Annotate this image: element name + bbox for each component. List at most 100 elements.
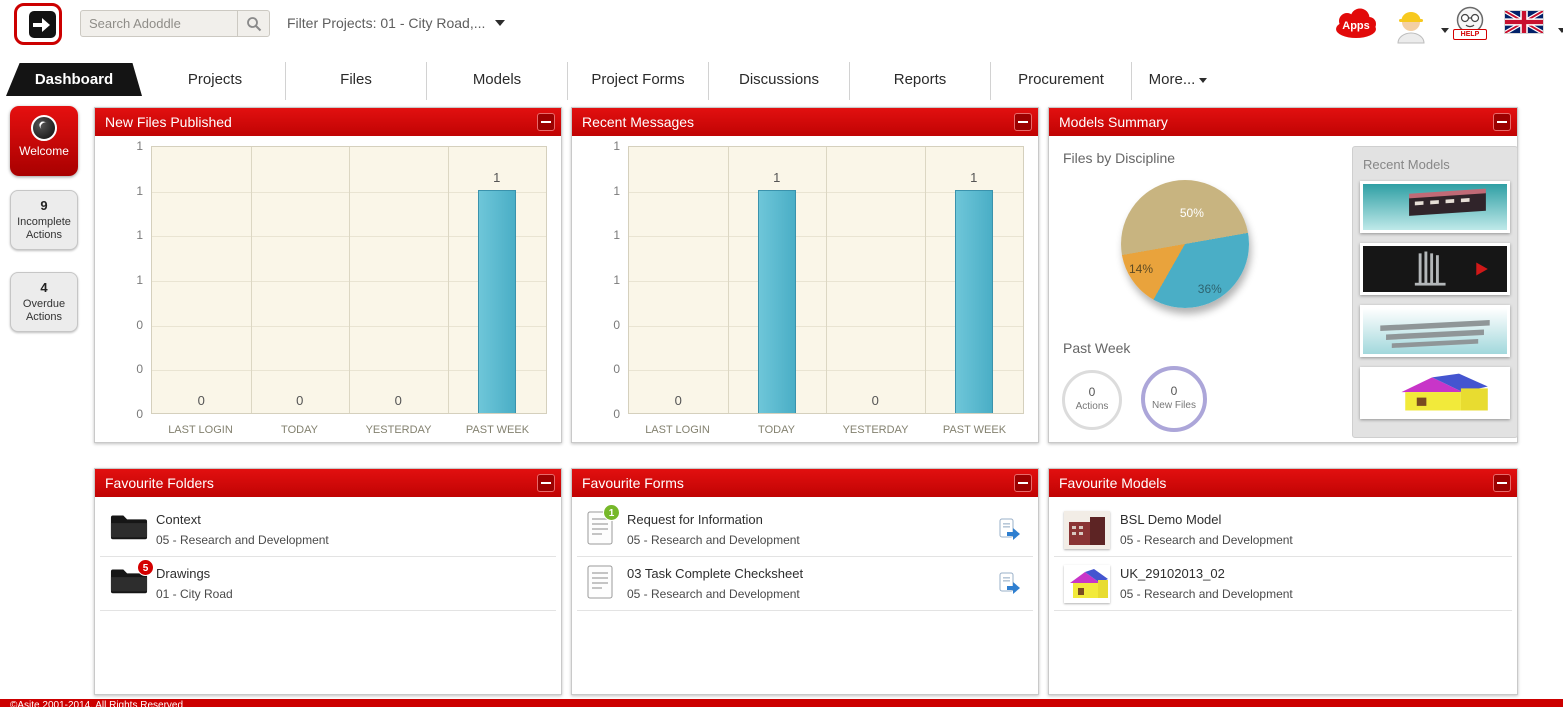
welcome-icon xyxy=(31,115,57,141)
new-files-count: 0 xyxy=(1145,384,1203,398)
incomplete-actions-count: 9 xyxy=(13,198,75,213)
tab-discussions[interactable]: Discussions xyxy=(709,62,850,100)
pie-chart-files-by-discipline: 50% 36% 14% xyxy=(1121,180,1249,308)
avatar-caret-icon[interactable] xyxy=(1441,28,1449,33)
panel-title: Recent Messages xyxy=(582,114,694,130)
panel-title: Favourite Forms xyxy=(582,475,684,491)
apps-button[interactable]: Apps xyxy=(1334,7,1378,39)
adoddle-logo-icon xyxy=(29,11,56,38)
model-thumbnail xyxy=(1064,565,1110,603)
tab-projects[interactable]: Projects xyxy=(145,62,286,100)
form-item[interactable]: 03 Task Complete Checksheet 05 - Researc… xyxy=(577,557,1033,611)
tab-more-label: More... xyxy=(1149,71,1196,88)
more-caret-icon xyxy=(1199,78,1207,83)
minimize-button[interactable] xyxy=(1493,113,1511,131)
user-avatar-icon xyxy=(1394,4,1428,44)
folder-icon: 5 xyxy=(110,565,148,600)
files-by-discipline-label: Files by Discipline xyxy=(1063,150,1175,166)
model-thumbnail[interactable] xyxy=(1360,181,1510,233)
new-files-label: New Files xyxy=(1145,400,1203,411)
panel-title: Favourite Models xyxy=(1059,475,1166,491)
model-project: 05 - Research and Development xyxy=(1120,587,1293,601)
form-item[interactable]: 1 Request for Information 05 - Research … xyxy=(577,503,1033,557)
tab-procurement[interactable]: Procurement xyxy=(991,62,1132,100)
sidebar-item-welcome[interactable]: Welcome xyxy=(10,106,78,176)
minimize-button[interactable] xyxy=(537,113,555,131)
search-input[interactable] xyxy=(81,11,237,36)
recent-models-list: Recent Models xyxy=(1352,146,1518,438)
panel-header: New Files Published xyxy=(95,108,561,136)
panel-header: Recent Messages xyxy=(572,108,1038,136)
model-name: BSL Demo Model xyxy=(1120,512,1221,527)
model-item[interactable]: UK_29102013_02 05 - Research and Develop… xyxy=(1054,557,1512,611)
pie-slice-label: 14% xyxy=(1129,262,1153,276)
overdue-actions-label: Overdue Actions xyxy=(13,298,75,324)
folder-count-badge: 5 xyxy=(137,559,154,576)
copyright-text: ©Asite 2001-2014. All Rights Reserved xyxy=(10,699,183,707)
pie-slice-label: 50% xyxy=(1180,206,1204,220)
folder-item[interactable]: 5 Drawings 01 - City Road xyxy=(100,557,556,611)
minimize-button[interactable] xyxy=(537,474,555,492)
past-week-label: Past Week xyxy=(1063,340,1130,356)
overdue-actions-count: 4 xyxy=(13,280,75,295)
filter-projects-dropdown[interactable]: Filter Projects: 01 - City Road,... xyxy=(287,15,505,31)
tab-project-forms[interactable]: Project Forms xyxy=(568,62,709,100)
tab-more[interactable]: More... xyxy=(1132,62,1224,100)
tab-reports[interactable]: Reports xyxy=(850,62,991,100)
model-thumbnail[interactable] xyxy=(1360,305,1510,357)
incomplete-actions-label: Incomplete Actions xyxy=(13,216,75,242)
create-form-icon[interactable] xyxy=(997,572,1021,596)
model-thumbnail[interactable] xyxy=(1360,243,1510,295)
panel-header: Favourite Models xyxy=(1049,469,1517,497)
search-icon xyxy=(246,16,262,32)
apps-label: Apps xyxy=(1334,20,1378,32)
folder-item[interactable]: Context 05 - Research and Development xyxy=(100,503,556,557)
language-caret-icon[interactable] xyxy=(1558,28,1563,33)
actions-stat-circle[interactable]: 0 Actions xyxy=(1062,370,1122,430)
minimize-button[interactable] xyxy=(1014,474,1032,492)
panel-favourite-folders: Favourite Folders Context 05 - Research … xyxy=(94,468,562,695)
form-icon xyxy=(587,565,613,604)
panel-title: New Files Published xyxy=(105,114,232,130)
main-nav: Dashboard Projects Files Models Project … xyxy=(0,62,1563,100)
panel-title: Favourite Folders xyxy=(105,475,214,491)
tab-dashboard[interactable]: Dashboard xyxy=(6,63,142,96)
adoddle-logo[interactable] xyxy=(14,3,62,45)
welcome-label: Welcome xyxy=(10,144,78,158)
minimize-button[interactable] xyxy=(1493,474,1511,492)
actions-label: Actions xyxy=(1065,401,1119,412)
filter-projects-label: Filter Projects: 01 - City Road,... xyxy=(287,15,485,31)
panel-header: Favourite Folders xyxy=(95,469,561,497)
model-item[interactable]: BSL Demo Model 05 - Research and Develop… xyxy=(1054,503,1512,557)
user-avatar[interactable] xyxy=(1394,4,1428,44)
sidebar-item-incomplete-actions[interactable]: 9 Incomplete Actions xyxy=(10,190,78,250)
panel-favourite-models: Favourite Models BSL Demo Model xyxy=(1048,468,1518,695)
actions-count: 0 xyxy=(1065,385,1119,399)
panel-header: Favourite Forms xyxy=(572,469,1038,497)
model-project: 05 - Research and Development xyxy=(1120,533,1293,547)
pie-slice-label: 36% xyxy=(1198,282,1222,296)
panel-new-files-published: New Files Published 11110000001LAST LOGI… xyxy=(94,107,562,443)
create-form-icon[interactable] xyxy=(997,518,1021,542)
model-thumbnail[interactable] xyxy=(1360,367,1510,419)
folder-icon xyxy=(110,511,148,546)
search-button[interactable] xyxy=(237,11,269,36)
folder-project: 01 - City Road xyxy=(156,587,233,601)
top-bar: Filter Projects: 01 - City Road,... Apps xyxy=(0,0,1563,60)
panel-favourite-forms: Favourite Forms 1 Request for Informatio… xyxy=(571,468,1039,695)
minimize-button[interactable] xyxy=(1014,113,1032,131)
tab-files[interactable]: Files xyxy=(286,62,427,100)
new-files-stat-circle[interactable]: 0 New Files xyxy=(1141,366,1207,432)
bar-chart-recent-messages: 11110000101LAST LOGINTODAYYESTERDAYPAST … xyxy=(586,146,1024,446)
uk-flag-icon[interactable] xyxy=(1504,10,1544,34)
model-name: UK_29102013_02 xyxy=(1120,566,1225,581)
panel-models-summary: Models Summary Files by Discipline 50% 3… xyxy=(1048,107,1518,443)
search-box xyxy=(80,10,270,37)
tab-models[interactable]: Models xyxy=(427,62,568,100)
panel-recent-messages: Recent Messages 11110000101LAST LOGINTOD… xyxy=(571,107,1039,443)
form-count-badge: 1 xyxy=(603,504,620,521)
sidebar-item-overdue-actions[interactable]: 4 Overdue Actions xyxy=(10,272,78,332)
folder-project: 05 - Research and Development xyxy=(156,533,329,547)
bar-chart-new-files: 11110000001LAST LOGINTODAYYESTERDAYPAST … xyxy=(109,146,547,446)
help-button[interactable]: HELP xyxy=(1452,5,1488,43)
